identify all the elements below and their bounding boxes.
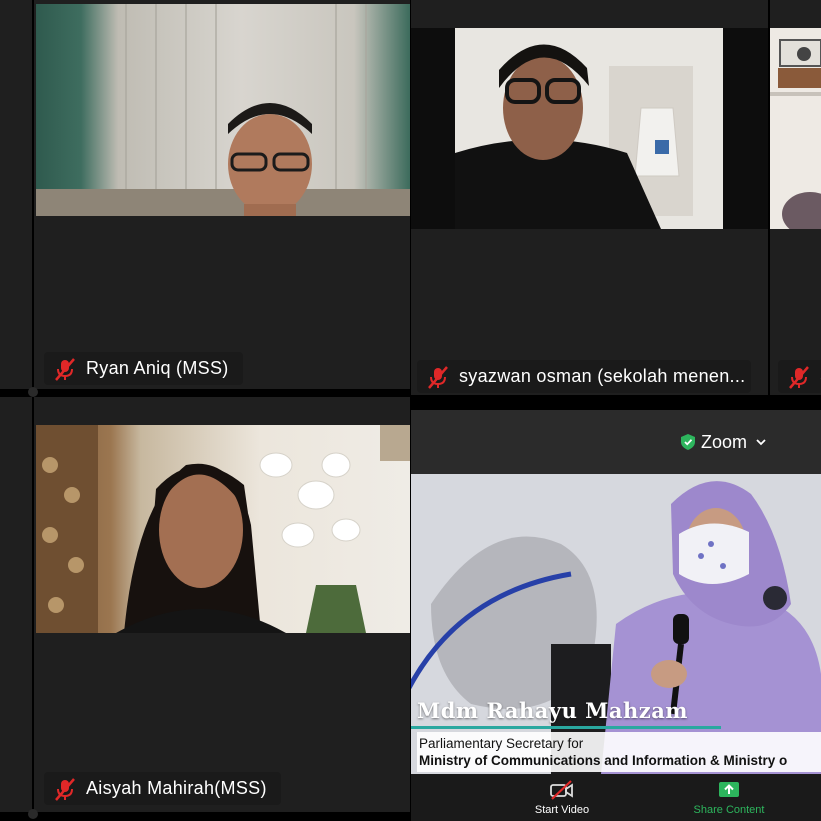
grid-junction (28, 387, 38, 397)
participant-tile-left-edge-top[interactable] (0, 0, 32, 389)
video-frame-aisyah (36, 425, 410, 633)
participant-tile-ryan[interactable]: Ryan Aniq (MSS) (34, 0, 410, 389)
zoom-menu-label: Zoom (700, 431, 747, 452)
video-off-icon (550, 779, 573, 800)
muted-mic-icon (789, 365, 809, 389)
share-screen-icon (719, 781, 739, 797)
lower-third-accent-bar (411, 726, 721, 729)
participant-video-ryan (36, 4, 410, 216)
speaker-title: Parliamentary Secretary for Ministry of … (417, 732, 821, 772)
nametag-ryan: Ryan Aniq (MSS) (44, 352, 243, 385)
speaker-title-line1: Parliamentary Secretary for (419, 736, 584, 751)
participant-name: syazwan osman (sekolah menen... (459, 366, 746, 386)
grid-junction (28, 809, 38, 819)
chevron-down-icon (756, 439, 766, 446)
participant-tile-s[interactable]: S (770, 0, 821, 395)
muted-mic-icon (55, 777, 75, 801)
video-frame-syazwan (455, 28, 723, 229)
participant-video-s (770, 28, 821, 229)
nametag-syazwan: syazwan osman (sekolah menen... (417, 360, 751, 393)
participant-tile-aisyah[interactable]: Aisyah Mahirah(MSS) (34, 397, 410, 812)
start-video-label: Start Video (534, 803, 590, 816)
muted-mic-icon (55, 357, 75, 381)
zoom-menu-button[interactable]: Zoom (680, 431, 767, 453)
start-video-button[interactable]: Start Video (527, 774, 597, 821)
speaker-lower-third: Mdm Rahayu Mahzam Parliamentary Secretar… (411, 692, 821, 774)
participant-video-aisyah (36, 425, 410, 633)
share-content-button[interactable]: Share Content (687, 774, 771, 821)
meeting-toolbar: Start Video Share Content (411, 774, 821, 821)
video-frame-ryan (36, 4, 410, 216)
nametag-aisyah: Aisyah Mahirah(MSS) (44, 772, 281, 805)
participant-video-syazwan (411, 28, 768, 229)
participant-tile-left-edge-bottom[interactable] (0, 397, 32, 812)
participant-tile-syazwan[interactable]: syazwan osman (sekolah menen... (411, 0, 768, 395)
nametag-s: S (778, 360, 821, 393)
video-frame-s (770, 39, 821, 229)
shared-screen-topbar: Zoom (411, 410, 821, 474)
shield-check-icon (680, 434, 695, 450)
speaker-title-line2: Ministry of Communications and Informati… (419, 753, 788, 768)
participant-name: Aisyah Mahirah(MSS) (86, 778, 267, 798)
share-content-label: Share Content (693, 803, 765, 816)
speaker-name: Mdm Rahayu Mahzam (417, 698, 689, 723)
muted-mic-icon (428, 365, 448, 389)
participant-name: Ryan Aniq (MSS) (86, 358, 229, 378)
